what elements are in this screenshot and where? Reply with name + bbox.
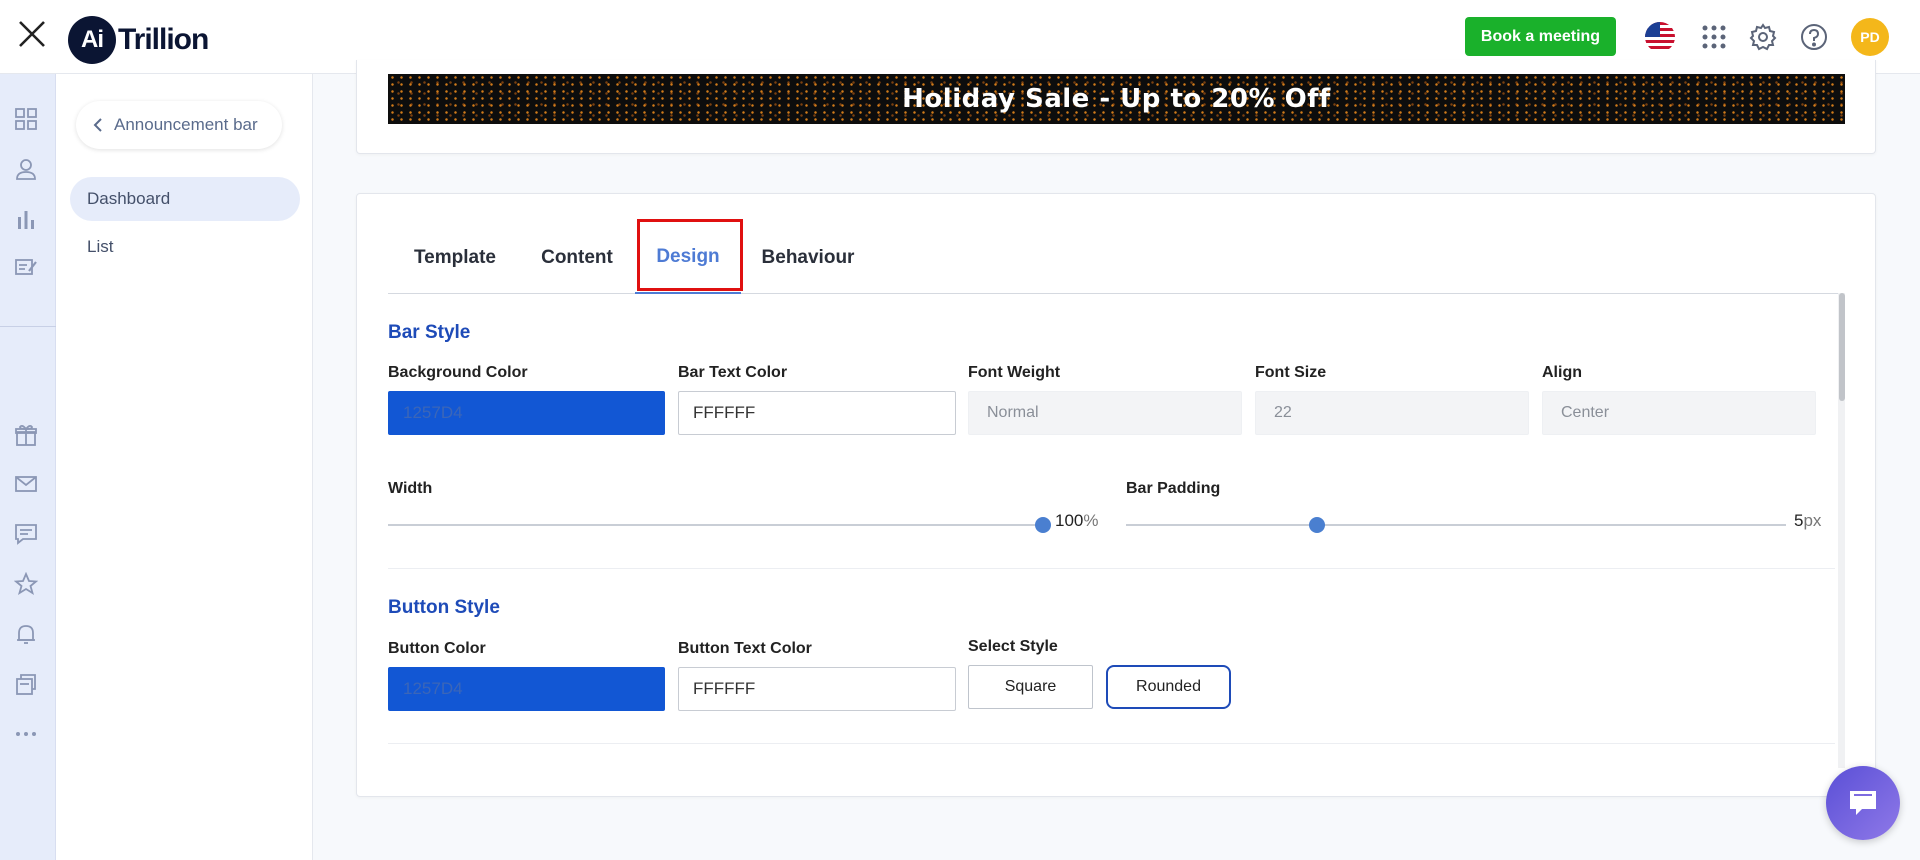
font-weight-select[interactable]: Normal xyxy=(968,391,1242,435)
font-size-label: Font Size xyxy=(1255,364,1327,381)
chevron-left-icon xyxy=(93,118,102,132)
chat-bubble-icon[interactable] xyxy=(13,521,39,547)
sub-sidebar: Announcement bar Dashboard List xyxy=(56,74,313,860)
tab-template[interactable]: Template xyxy=(388,222,522,294)
chat-widget-button[interactable] xyxy=(1826,766,1900,840)
select-style-label: Select Style xyxy=(968,638,1058,655)
bar-style-title: Bar Style xyxy=(388,322,471,343)
bar-chart-icon[interactable] xyxy=(13,206,39,232)
more-dots-icon[interactable] xyxy=(13,721,39,747)
tab-label: Behaviour xyxy=(761,247,855,268)
section-divider xyxy=(388,568,1835,569)
tab-label: Design xyxy=(656,246,720,267)
logo-text: Trillion xyxy=(118,23,209,56)
mail-icon[interactable] xyxy=(13,471,39,497)
book-meeting-button[interactable]: Book a meeting xyxy=(1465,17,1616,56)
tab-label: Template xyxy=(413,247,496,268)
subnav-item-label: List xyxy=(87,237,114,256)
width-value: 100% xyxy=(1055,511,1099,530)
button-color-input[interactable]: 1257D4 xyxy=(388,667,665,711)
back-button[interactable]: Announcement bar xyxy=(76,101,282,149)
scrollbar-thumb[interactable] xyxy=(1839,293,1845,401)
dashboard-grid-icon[interactable] xyxy=(13,106,39,132)
us-flag-icon[interactable] xyxy=(1643,20,1677,54)
cards-stack-icon[interactable] xyxy=(13,671,39,697)
gift-icon[interactable] xyxy=(13,422,39,448)
section-divider xyxy=(388,743,1835,744)
icon-rail xyxy=(0,74,56,860)
banner-text: Holiday Sale - Up to 20% Off xyxy=(902,84,1331,114)
subnav-item-dashboard[interactable]: Dashboard xyxy=(70,177,300,221)
tab-content[interactable]: Content xyxy=(522,222,632,294)
subnav-item-label: Dashboard xyxy=(87,189,171,208)
apps-grid-icon[interactable] xyxy=(1697,20,1731,54)
settings-tabs: Template Content Design Behaviour xyxy=(388,222,1845,294)
logo-mark: Ai xyxy=(68,16,116,64)
bar-text-color-label: Bar Text Color xyxy=(678,364,788,381)
rounded-style-button[interactable]: Rounded xyxy=(1106,665,1231,709)
font-weight-label: Font Weight xyxy=(968,364,1061,381)
user-icon[interactable] xyxy=(13,156,39,182)
bar-text-color-input[interactable]: FFFFFF xyxy=(678,391,956,435)
close-icon[interactable] xyxy=(16,18,48,50)
rail-divider xyxy=(0,326,56,327)
button-style-title: Button Style xyxy=(388,597,500,618)
button-color-label: Button Color xyxy=(388,640,486,657)
background-color-input[interactable]: 1257D4 xyxy=(388,391,665,435)
tab-behaviour[interactable]: Behaviour xyxy=(741,222,875,294)
tab-design[interactable]: Design xyxy=(635,222,741,294)
tab-label: Content xyxy=(541,247,613,268)
chat-icon xyxy=(1850,791,1876,815)
align-label: Align xyxy=(1542,364,1582,381)
square-style-button[interactable]: Square xyxy=(968,665,1093,709)
bar-padding-slider-track[interactable] xyxy=(1126,524,1786,526)
announcement-bar-preview: Holiday Sale - Up to 20% Off xyxy=(388,74,1845,124)
subnav-item-list[interactable]: List xyxy=(70,225,300,269)
width-slider-thumb[interactable] xyxy=(1035,517,1051,533)
button-text-color-label: Button Text Color xyxy=(678,640,812,657)
align-select[interactable]: Center xyxy=(1542,391,1816,435)
font-size-select[interactable]: 22 xyxy=(1255,391,1529,435)
note-edit-icon[interactable] xyxy=(13,255,39,281)
avatar[interactable]: PD xyxy=(1851,18,1889,56)
logo[interactable]: Ai Trillion xyxy=(68,16,209,64)
background-color-label: Background Color xyxy=(388,364,528,381)
bell-icon[interactable] xyxy=(13,621,39,647)
back-label: Announcement bar xyxy=(114,115,258,134)
width-slider-track[interactable] xyxy=(388,524,1043,526)
star-icon[interactable] xyxy=(13,571,39,597)
gear-icon[interactable] xyxy=(1746,20,1780,54)
bar-padding-value: 5px xyxy=(1794,511,1822,530)
help-icon[interactable] xyxy=(1797,20,1831,54)
width-label: Width xyxy=(388,480,433,497)
bar-padding-label: Bar Padding xyxy=(1126,480,1221,497)
button-text-color-input[interactable]: FFFFFF xyxy=(678,667,956,711)
